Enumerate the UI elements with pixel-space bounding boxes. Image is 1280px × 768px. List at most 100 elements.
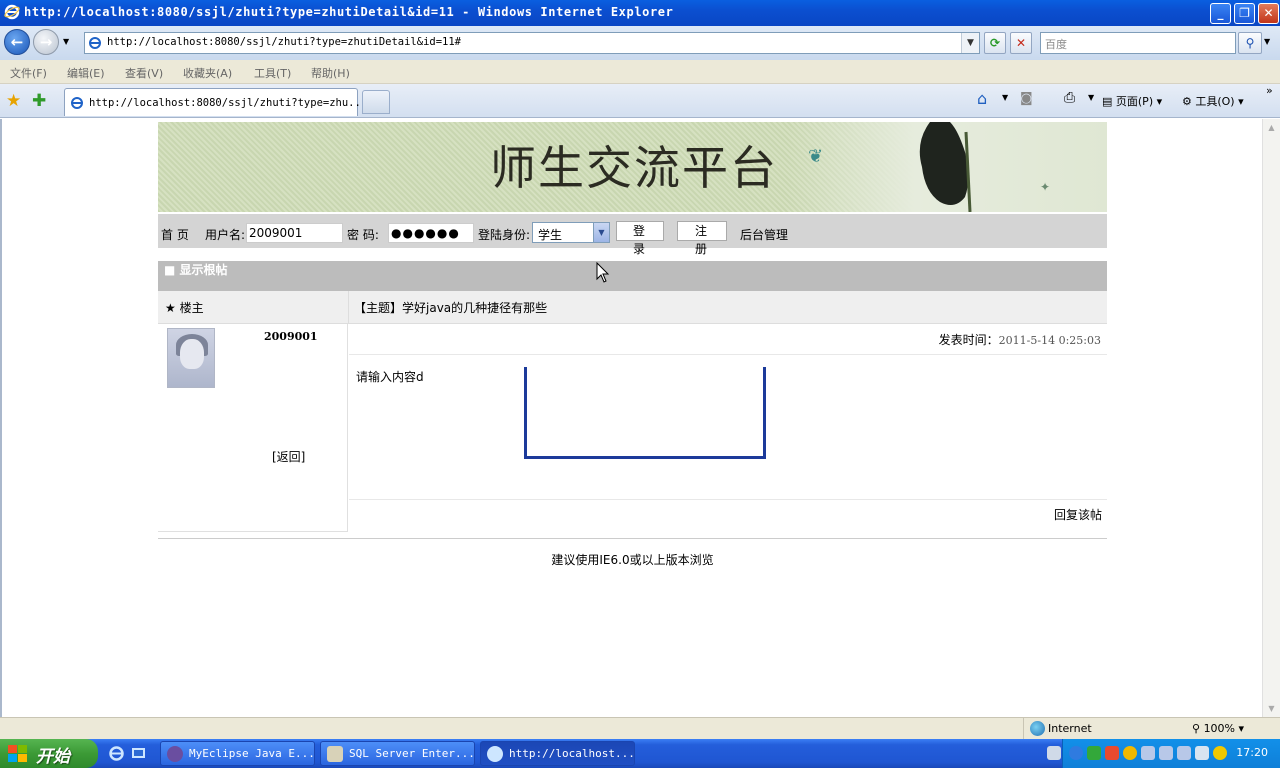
avatar (167, 328, 215, 388)
clock: 17:20 (1236, 746, 1268, 759)
back-link[interactable]: [返回] (272, 448, 305, 465)
password-field[interactable] (388, 223, 474, 243)
vertical-scrollbar[interactable]: ▲ ▼ (1262, 119, 1280, 717)
butterfly-small-icon: ✦ (1040, 180, 1051, 194)
post-time-bar: 发表时间：2011-5-14 0:25:03 (349, 324, 1107, 355)
favorites-star-icon[interactable]: ★ (6, 91, 21, 111)
network-icon[interactable] (1141, 746, 1155, 760)
tray-app-icon[interactable] (1087, 746, 1101, 760)
taskbar-item-myeclipse[interactable]: MyEclipse Java E... (160, 741, 315, 766)
role-select[interactable]: 学生 ▼ (532, 222, 610, 243)
taskbar-item-label: SQL Server Enter... (349, 747, 475, 760)
owner-cell: ★ 楼主 (165, 299, 204, 316)
back-button[interactable]: ← (4, 29, 30, 55)
home-icon[interactable]: ⌂ (977, 89, 987, 108)
ie-taskbar-icon (487, 746, 503, 762)
taskbar: 开始 MyEclipse Java E... SQL Server Enter.… (0, 739, 1280, 768)
update-icon[interactable] (1213, 746, 1227, 760)
menu-favorites[interactable]: 收藏夹(A) (183, 65, 232, 81)
windows-flag-icon (8, 745, 28, 763)
menu-help[interactable]: 帮助(H) (311, 65, 350, 81)
login-button[interactable]: 登 录 (616, 221, 664, 256)
keyboard-icon[interactable] (1047, 746, 1061, 760)
sogou-icon[interactable] (1105, 746, 1119, 760)
menu-tools[interactable]: 工具(T) (254, 65, 291, 81)
footer-divider (158, 538, 1107, 539)
avatar-face (180, 339, 204, 369)
post-time-value: 2011-5-14 0:25:03 (998, 334, 1101, 347)
footer-note: 建议使用IE6.0或以上版本浏览 (551, 553, 714, 567)
username-label: 用户名: (205, 228, 246, 242)
feeds-icon[interactable]: ◙ (1020, 91, 1033, 106)
mouse-cursor-icon (596, 262, 610, 283)
home-link[interactable]: 首 页 (161, 226, 189, 243)
admin-link[interactable]: 后台管理 (740, 226, 788, 243)
owner-label: 楼主 (179, 301, 204, 315)
menu-bar: 文件(F) 编辑(E) 查看(V) 收藏夹(A) 工具(T) 帮助(H) (0, 60, 1280, 84)
start-button[interactable]: 开始 (0, 739, 98, 768)
zoom-level[interactable]: ⚲ 100% ▾ (1192, 722, 1244, 735)
register-button[interactable]: 注 册 (677, 221, 727, 256)
address-bar[interactable]: http://localhost:8080/ssjl/zhuti?type=zh… (84, 32, 980, 54)
quicklaunch-ie-icon[interactable] (108, 745, 125, 762)
security-zone[interactable]: Internet (1023, 718, 1191, 740)
reply-link[interactable]: 回复该帖 (1054, 506, 1102, 523)
subject-row: ★ 楼主 【主题】学好java的几种捷径有那些 (158, 291, 1107, 324)
zone-label: Internet (1048, 722, 1092, 735)
post-content: 请输入内容d (356, 370, 424, 384)
login-bar: 首 页 用户名: 密 码: 登陆身份: 学生 ▼ 登 录 注 册 后台管理 (158, 214, 1107, 256)
page-menu[interactable]: ▤ 页面(P) ▾ (1102, 93, 1162, 109)
role-dropdown-icon[interactable]: ▼ (593, 223, 609, 242)
search-icon[interactable]: ⚲ (1238, 32, 1262, 54)
menu-view[interactable]: 查看(V) (125, 65, 163, 81)
address-dropdown-icon[interactable]: ▼ (961, 33, 979, 53)
tab-bar: ★ ✚ http://localhost:8080/ssjl/zhuti?typ… (0, 84, 1280, 118)
close-window-button[interactable]: ✕ (1258, 3, 1279, 24)
home-dropdown-icon[interactable]: ▼ (1002, 93, 1008, 102)
taskbar-item-sqlserver[interactable]: SQL Server Enter... (320, 741, 475, 766)
scroll-up-icon[interactable]: ▲ (1263, 119, 1280, 136)
more-chevron-icon[interactable]: » (1266, 84, 1273, 97)
new-tab-button[interactable] (362, 90, 390, 114)
forward-button[interactable]: → (33, 29, 59, 55)
volume-icon[interactable] (1195, 746, 1209, 760)
site-banner: 师生交流平台 ❦ ✦ (158, 122, 1107, 212)
tray-arrow-icon[interactable] (1069, 746, 1083, 760)
add-favorite-icon[interactable]: ✚ (32, 91, 46, 111)
column-divider (348, 291, 349, 324)
quicklaunch-desktop-icon[interactable] (130, 745, 147, 762)
menu-edit[interactable]: 编辑(E) (67, 65, 105, 81)
print-dropdown-icon[interactable]: ▼ (1088, 93, 1094, 102)
taskbar-item-ie[interactable]: http://localhost... (480, 741, 635, 766)
search-placeholder: 百度 (1045, 38, 1067, 51)
post-column: 发表时间：2011-5-14 0:25:03 请输入内容d 回复该帖 (349, 324, 1107, 532)
start-label: 开始 (36, 747, 70, 767)
site-title: 师生交流平台 (490, 141, 778, 195)
qq-icon[interactable] (1123, 746, 1137, 760)
page-icon (89, 37, 101, 49)
scroll-down-icon[interactable]: ▼ (1263, 700, 1280, 717)
tab-current[interactable]: http://localhost:8080/ssjl/zhuti?type=zh… (64, 88, 367, 116)
author-username: 2009001 (264, 330, 318, 343)
zoom-icon: ⚲ (1192, 722, 1201, 735)
safely-remove-icon[interactable] (1177, 746, 1191, 760)
status-bar: Internet ⚲ 100% ▾ (0, 717, 1280, 740)
minimize-button[interactable]: _ (1210, 3, 1231, 24)
search-input[interactable]: 百度 (1040, 32, 1236, 54)
sqlserver-icon (327, 746, 343, 762)
stop-button[interactable]: ✕ (1010, 32, 1032, 54)
password-label: 密 码: (347, 228, 379, 242)
username-field[interactable] (246, 223, 343, 243)
search-options-icon[interactable]: ▼ (1264, 37, 1270, 46)
author-column: 2009001 [返回] (158, 324, 348, 532)
history-dropdown-icon[interactable]: ▼ (63, 37, 69, 46)
refresh-button[interactable]: ⟳ (984, 32, 1006, 54)
content-frame (524, 367, 766, 459)
print-icon[interactable]: ⎙ (1064, 90, 1075, 106)
page-viewport: 师生交流平台 ❦ ✦ 首 页 用户名: 密 码: 登陆身份: 学生 ▼ 登 录 … (0, 119, 1262, 717)
window-titlebar: http://localhost:8080/ssjl/zhuti?type=zh… (0, 0, 1280, 26)
restore-button[interactable]: ❐ (1234, 3, 1255, 24)
menu-file[interactable]: 文件(F) (10, 65, 47, 81)
network2-icon[interactable] (1159, 746, 1173, 760)
tools-menu[interactable]: ⚙ 工具(O) ▾ (1182, 93, 1244, 109)
